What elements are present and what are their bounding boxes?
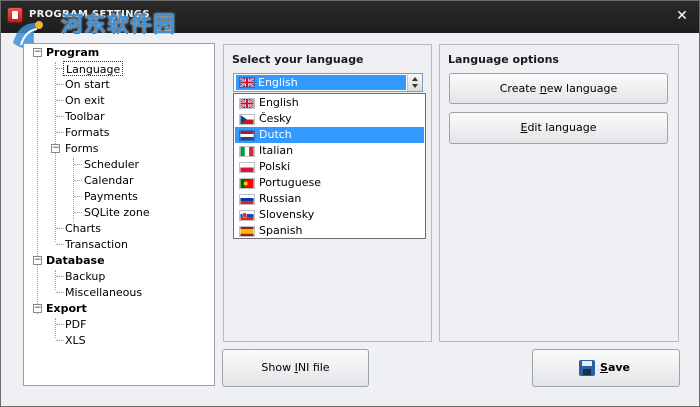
tree-item-scheduler[interactable]: Scheduler (84, 157, 139, 172)
settings-tree[interactable]: − Program Language On start On exit Tool… (23, 43, 215, 386)
language-option-portuguese[interactable]: Portuguese (235, 175, 424, 191)
tree-connector (55, 270, 56, 290)
tree-item-payments[interactable]: Payments (84, 189, 138, 204)
tree-connector (56, 116, 64, 117)
slovak-flag-icon (239, 210, 255, 221)
uk-flag-icon (239, 98, 255, 109)
tree-connector (74, 180, 82, 181)
language-option-spanish[interactable]: Spanish (235, 223, 424, 239)
language-option-russian[interactable]: Russian (235, 191, 424, 207)
option-label: Spanish (259, 224, 303, 237)
option-label: Russian (259, 192, 302, 205)
polish-flag-icon (239, 162, 255, 173)
button-label-part: Create (499, 82, 540, 95)
button-label-part: ew language (546, 82, 618, 95)
option-label: Portuguese (259, 176, 321, 189)
option-label: Italian (259, 144, 294, 157)
button-label-part: Show (261, 361, 295, 374)
spanish-flag-icon (239, 226, 255, 237)
window-title: PROGRAM SETTINGS (29, 9, 150, 20)
tree-item-language[interactable]: Language (63, 61, 124, 76)
tree-item-charts[interactable]: Charts (65, 221, 101, 236)
dutch-flag-icon (239, 130, 255, 141)
tree-item-sqlite-zone[interactable]: SQLite zone (84, 205, 150, 220)
language-options-title: Language options (448, 53, 559, 66)
russian-flag-icon (239, 194, 255, 205)
button-label-accelerator: n (539, 82, 547, 95)
button-label-part: ave (607, 361, 630, 374)
language-option-slovak[interactable]: Slovensky (235, 207, 424, 223)
collapse-program-icon[interactable]: − (33, 48, 42, 57)
language-option-dutch[interactable]: Dutch (235, 127, 424, 143)
tree-item-transaction[interactable]: Transaction (65, 237, 128, 252)
tree-item-on-exit[interactable]: On exit (65, 93, 105, 108)
option-label: Česky (259, 112, 292, 125)
tree-item-pdf[interactable]: PDF (65, 317, 86, 332)
tree-connector (56, 292, 64, 293)
option-label: Polski (259, 160, 291, 173)
italian-flag-icon (239, 146, 255, 157)
create-new-language-button[interactable]: Create new language (449, 73, 668, 104)
tree-connector (37, 52, 38, 314)
button-label-accelerator: S (600, 361, 608, 374)
option-label: English (259, 96, 299, 109)
option-label: Dutch (259, 128, 292, 141)
tree-connector (56, 84, 64, 85)
tree-connector (56, 100, 64, 101)
language-select[interactable]: English (233, 73, 423, 92)
tree-item-backup[interactable]: Backup (65, 269, 105, 284)
option-label: Slovensky (259, 208, 315, 221)
portuguese-flag-icon (239, 178, 255, 189)
tree-item-on-start[interactable]: On start (65, 77, 110, 92)
language-option-italian[interactable]: Italian (235, 143, 424, 159)
tree-connector (74, 196, 82, 197)
tree-connector (56, 276, 64, 277)
save-button[interactable]: Save (532, 349, 680, 387)
language-dropdown-list[interactable]: English Česky Dutch Italian Polski Portu… (233, 93, 426, 239)
collapse-export-icon[interactable]: − (33, 304, 42, 313)
language-select-value-container: English (236, 75, 406, 90)
tree-connector (56, 340, 64, 341)
tree-connector (56, 324, 64, 325)
edit-language-button[interactable]: Edit language (449, 112, 668, 144)
title-bar[interactable]: PROGRAM SETTINGS ✕ (1, 1, 699, 33)
tree-item-calendar[interactable]: Calendar (84, 173, 133, 188)
language-option-czech[interactable]: Česky (235, 111, 424, 127)
tree-connector (55, 318, 56, 338)
button-label-part: dit language (527, 121, 597, 134)
floppy-disk-icon (579, 360, 595, 376)
show-ini-file-button[interactable]: Show INI file (222, 349, 369, 387)
language-select-value: English (258, 76, 298, 89)
collapse-database-icon[interactable]: − (33, 256, 42, 265)
tree-connector (56, 228, 64, 229)
settings-window: PROGRAM SETTINGS ✕ 河东软件园 www.pc0359.cn (0, 0, 700, 407)
button-label-part: NI file (297, 361, 330, 374)
tree-item-program[interactable]: Program (46, 45, 99, 60)
tree-connector (56, 132, 64, 133)
tree-connector (74, 212, 82, 213)
language-group-title: Select your language (232, 53, 364, 66)
tree-connector (56, 244, 64, 245)
collapse-forms-icon[interactable]: − (51, 144, 60, 153)
tree-item-xls[interactable]: XLS (65, 333, 86, 348)
tree-item-miscellaneous[interactable]: Miscellaneous (65, 285, 142, 300)
tree-item-formats[interactable]: Formats (65, 125, 110, 140)
uk-flag-icon (239, 77, 255, 88)
tree-item-export[interactable]: Export (46, 301, 87, 316)
tree-item-toolbar[interactable]: Toolbar (65, 109, 105, 124)
tree-item-database[interactable]: Database (46, 253, 105, 268)
czech-flag-icon (239, 114, 255, 125)
tree-connector (74, 164, 82, 165)
language-option-polish[interactable]: Polski (235, 159, 424, 175)
dropdown-arrow-icon[interactable] (407, 74, 422, 91)
tree-item-forms[interactable]: Forms (65, 141, 98, 156)
close-button[interactable]: ✕ (673, 8, 691, 25)
app-icon (7, 7, 23, 23)
language-option-english[interactable]: English (235, 95, 424, 111)
